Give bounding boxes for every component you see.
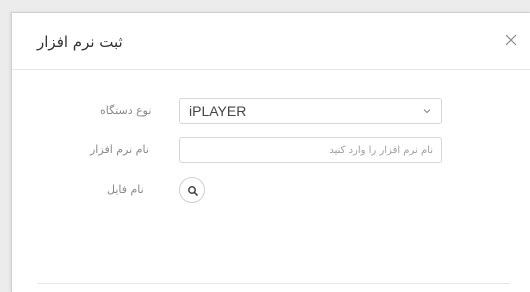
device-type-label: نوع دستگاه — [100, 104, 152, 117]
device-type-selected-value: iPLAYER — [189, 103, 247, 119]
modal-header: ثبت نرم افزار — [12, 13, 530, 70]
close-icon — [505, 34, 517, 46]
search-icon — [188, 186, 198, 196]
file-search-button[interactable] — [179, 177, 205, 203]
software-name-input[interactable] — [179, 137, 442, 163]
modal-title: ثبت نرم افزار — [37, 33, 123, 51]
chevron-down-icon — [423, 109, 431, 114]
file-name-label: نام فایل — [107, 183, 144, 196]
close-button[interactable] — [503, 32, 519, 48]
software-registration-modal: ثبت نرم افزار نوع دستگاه iPLAYER نام نرم… — [11, 12, 530, 292]
footer-divider — [38, 283, 510, 284]
device-type-select[interactable]: iPLAYER — [179, 98, 442, 124]
software-name-label: نام نرم افزار — [90, 143, 149, 156]
